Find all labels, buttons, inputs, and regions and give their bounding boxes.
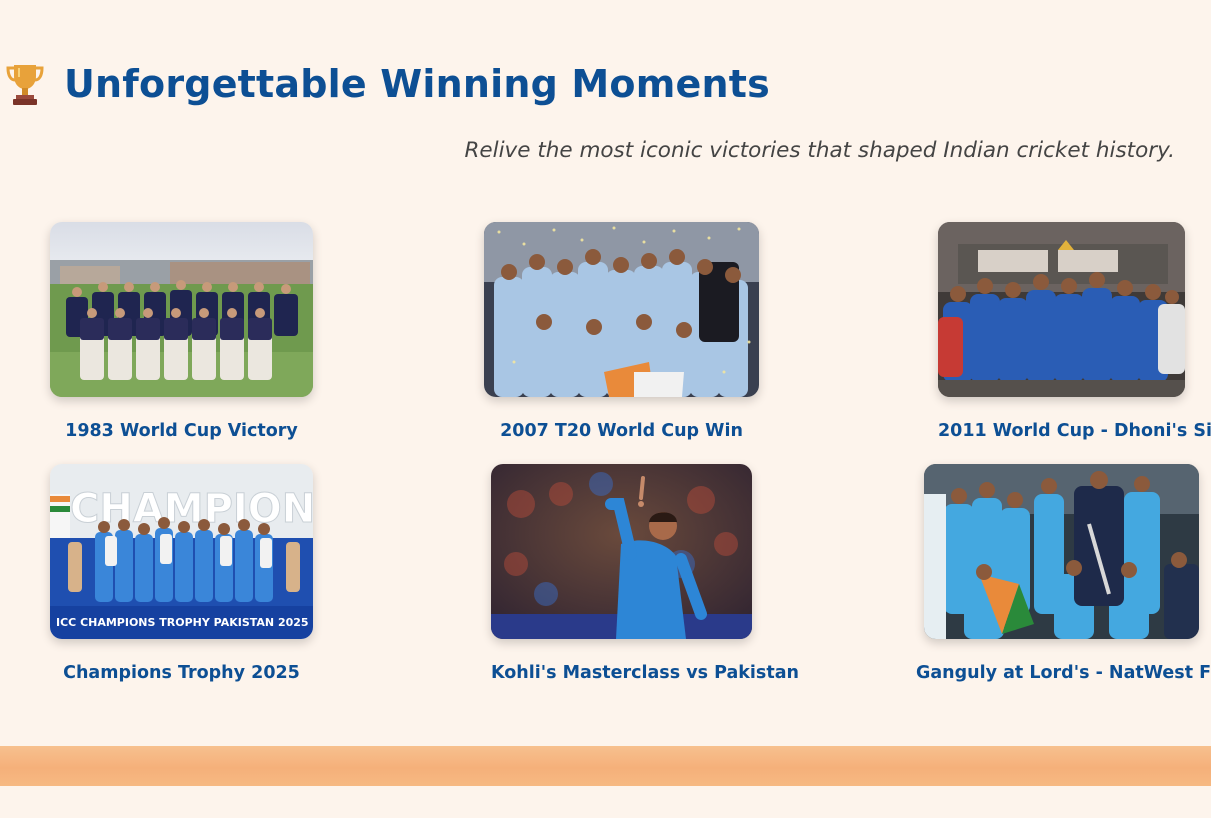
winning-moments-page: Unforgettable Winning Moments Relive the… [0, 0, 1211, 818]
moment-caption[interactable]: Ganguly at Lord's - NatWest Final [916, 663, 1211, 683]
moment-caption[interactable]: 1983 World Cup Victory [50, 421, 313, 441]
champions-banner-text: ICC CHAMPIONS TROPHY PAKISTAN 2025 [56, 616, 309, 629]
page-title: Unforgettable Winning Moments [64, 62, 770, 106]
moment-card[interactable]: Ganguly at Lord's - NatWest Final [916, 464, 1211, 683]
moment-caption[interactable]: Champions Trophy 2025 [50, 663, 313, 683]
moment-card[interactable]: 2011 World Cup - Dhoni's Six [938, 222, 1211, 441]
trophy-icon [6, 65, 44, 105]
moment-card[interactable]: Kohli's Masterclass vs Pakistan [491, 464, 799, 683]
moment-photo-2011[interactable] [938, 222, 1185, 397]
moment-card[interactable]: 2007 T20 World Cup Win [484, 222, 759, 441]
moment-caption[interactable]: 2011 World Cup - Dhoni's Six [938, 421, 1211, 441]
moment-photo-natwest[interactable] [924, 464, 1199, 639]
page-subtitle: Relive the most iconic victories that sh… [464, 138, 1175, 163]
moment-photo-1983[interactable] [50, 222, 313, 397]
moment-card[interactable]: CHAMPIONS [50, 464, 313, 683]
moment-card[interactable]: 1983 World Cup Victory [50, 222, 313, 441]
moment-photo-champions-2025[interactable]: CHAMPIONS [50, 464, 313, 639]
moment-caption[interactable]: Kohli's Masterclass vs Pakistan [491, 663, 799, 683]
section-heading: Unforgettable Winning Moments [6, 56, 770, 112]
moment-caption[interactable]: 2007 T20 World Cup Win [484, 421, 759, 441]
moment-photo-kohli[interactable] [491, 464, 752, 639]
footer-band [0, 746, 1211, 786]
moment-photo-2007[interactable] [484, 222, 759, 397]
